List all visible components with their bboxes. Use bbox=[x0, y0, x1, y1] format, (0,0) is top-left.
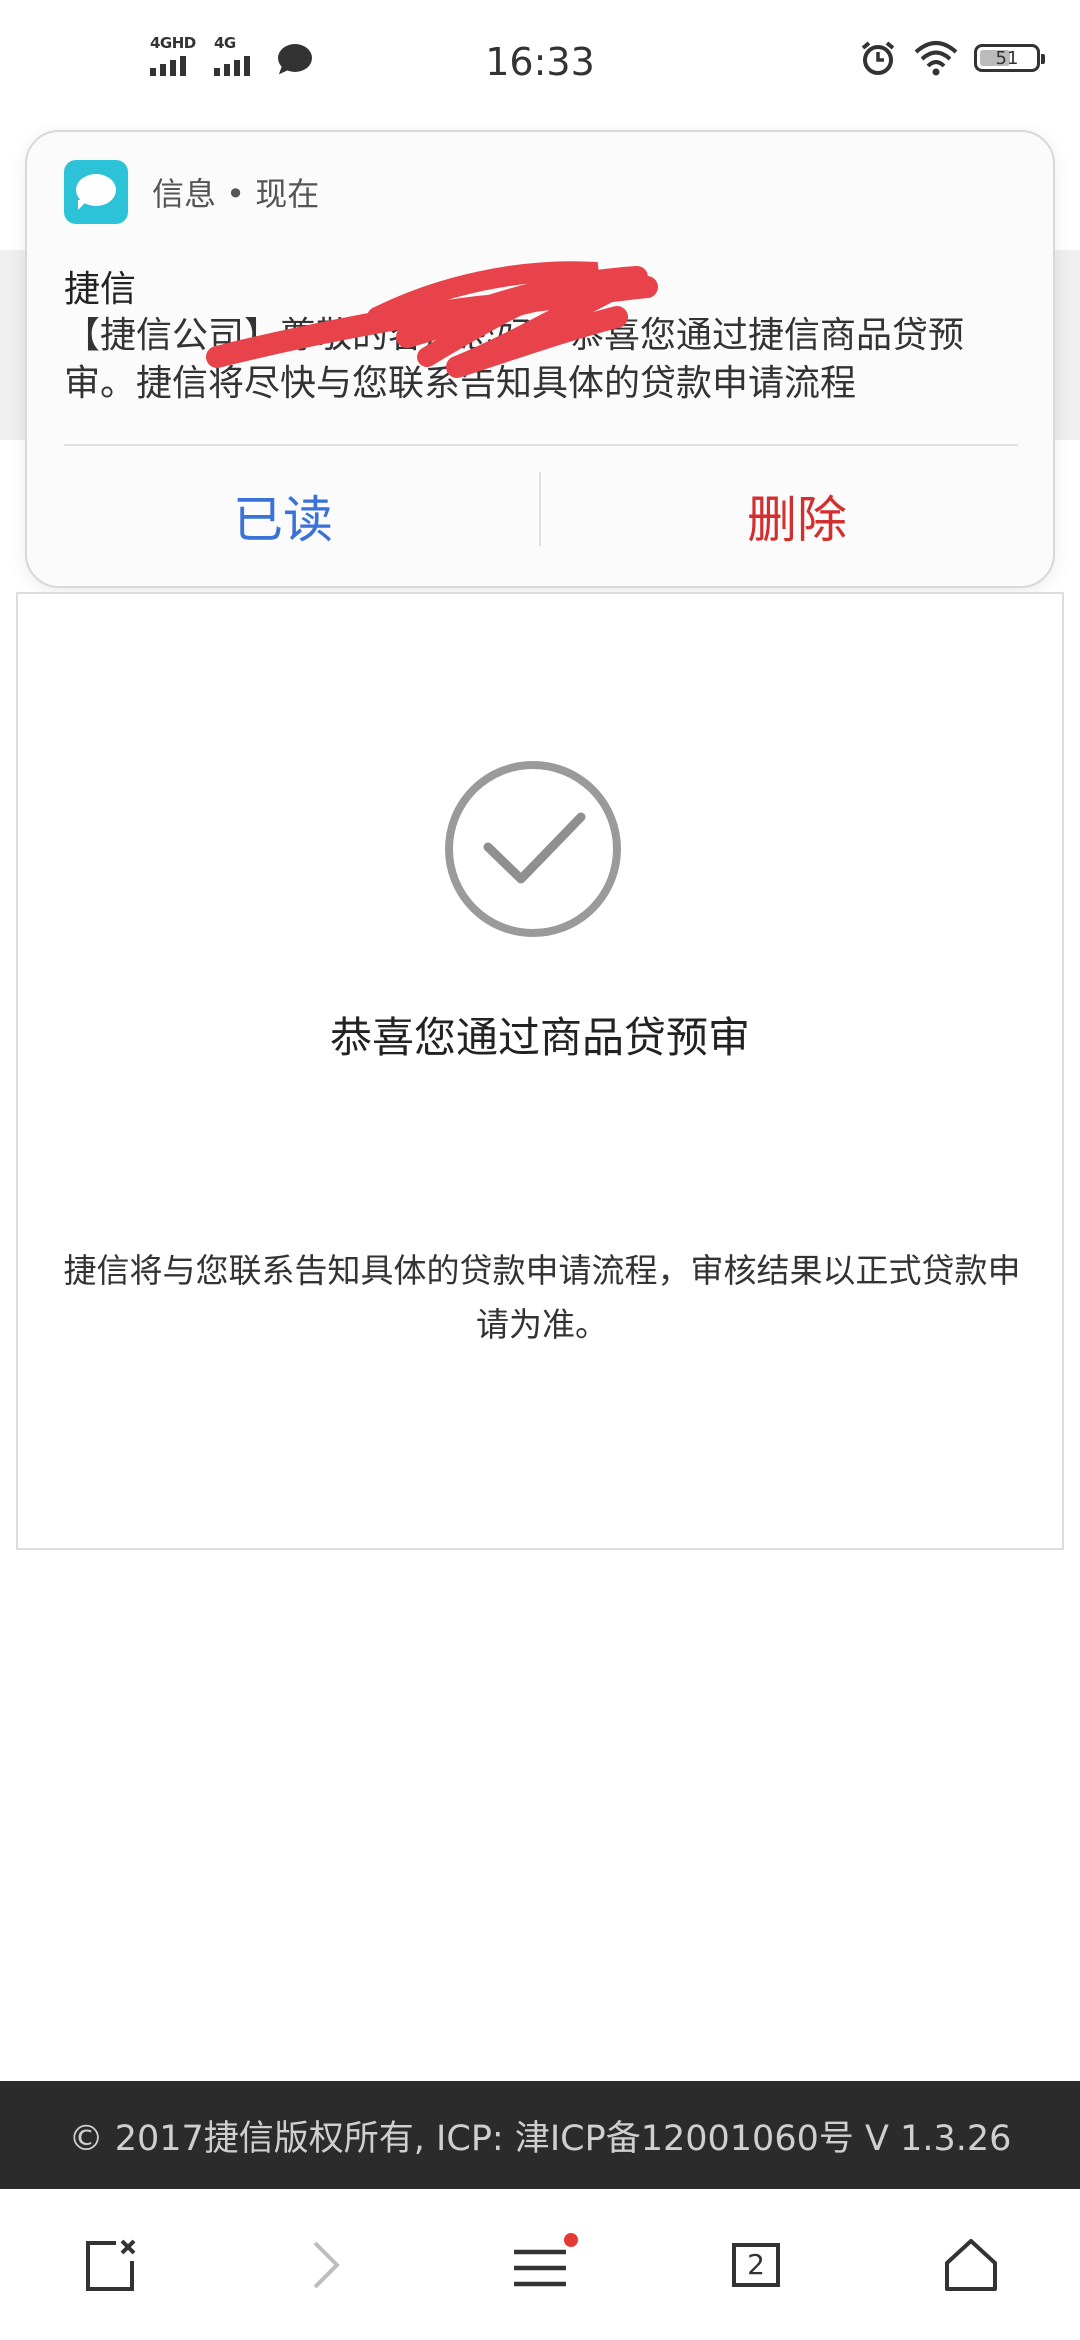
wifi-icon bbox=[914, 41, 958, 76]
home-icon bbox=[945, 2238, 997, 2291]
forward-button[interactable] bbox=[255, 2189, 395, 2340]
result-title: 恭喜您通过商品贷预审 bbox=[329, 1013, 750, 1062]
status-bar: 4GHD 4G 16:33 51 bbox=[0, 0, 1080, 120]
close-page-icon bbox=[86, 2239, 136, 2291]
notification-app-row: 信息 • 现在 bbox=[64, 160, 319, 224]
copyright-footer: © 2017捷信版权所有, ICP: 津ICP备12001060号 V 1.3.… bbox=[0, 2081, 1080, 2189]
battery-level: 51 bbox=[995, 47, 1019, 69]
browser-nav-bar: 2 bbox=[0, 2189, 1080, 2340]
delete-button[interactable]: 删除 bbox=[541, 446, 1053, 586]
status-right: 51 bbox=[858, 38, 1045, 78]
redaction-scribble bbox=[206, 261, 658, 378]
tabs-count-icon: 2 bbox=[732, 2242, 780, 2287]
success-check-icon bbox=[445, 761, 621, 937]
notification-sender: 捷信 bbox=[64, 269, 137, 310]
close-page-button[interactable] bbox=[40, 2189, 180, 2340]
footer-text: © 2017捷信版权所有, ICP: 津ICP备12001060号 V 1.3.… bbox=[68, 2118, 1012, 2159]
messages-app-icon bbox=[64, 160, 128, 224]
result-card: 恭喜您通过商品贷预审 捷信将与您联系告知具体的贷款申请流程，审核结果以正式贷款申… bbox=[16, 592, 1064, 1550]
battery-icon: 51 bbox=[974, 44, 1045, 72]
menu-icon bbox=[514, 2232, 578, 2286]
menu-button[interactable] bbox=[470, 2189, 610, 2340]
menu-badge-dot bbox=[564, 2232, 578, 2247]
notification-actions: 已读 删除 bbox=[27, 446, 1053, 586]
home-button[interactable] bbox=[901, 2189, 1041, 2340]
result-description: 捷信将与您联系告知具体的贷款申请流程，审核结果以正式贷款申请为准。 bbox=[63, 1251, 1021, 1344]
notification-app-name: 信息 • 现在 bbox=[152, 175, 320, 213]
chevron-right-icon bbox=[313, 2241, 340, 2288]
alarm-icon bbox=[861, 41, 895, 75]
tabs-button[interactable]: 2 bbox=[686, 2189, 826, 2340]
sms-notification[interactable]: 信息 • 现在 捷信 【捷信公司】尊敬的客户您好，恭喜您通过捷信商品贷预审。捷信… bbox=[25, 130, 1055, 588]
mark-read-button[interactable]: 已读 bbox=[27, 446, 539, 586]
tab-count: 2 bbox=[747, 2248, 765, 2281]
